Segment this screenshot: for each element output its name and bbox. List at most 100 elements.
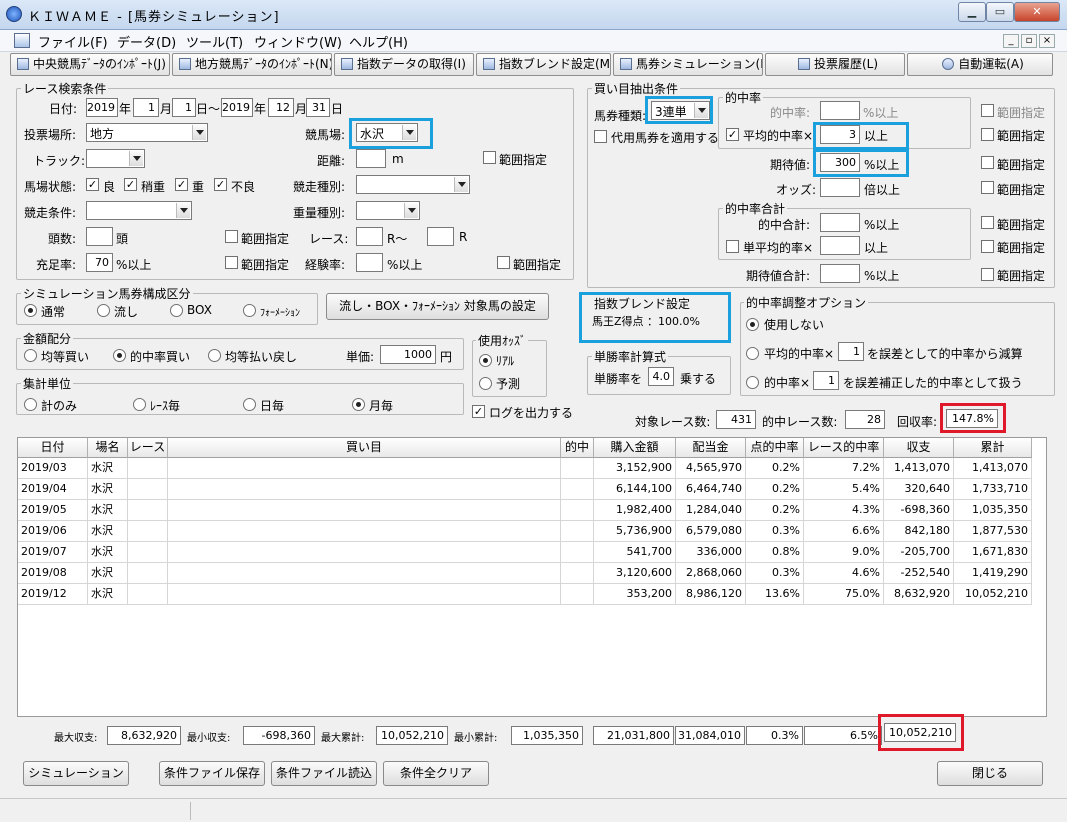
fill-range-checkbox[interactable] — [225, 256, 238, 269]
col-cumulative[interactable]: 累計 — [954, 438, 1032, 458]
agg-day-radio[interactable] — [243, 398, 256, 411]
sim-box-radio[interactable] — [170, 304, 183, 317]
single-avg-range-checkbox[interactable] — [981, 240, 994, 253]
avg-range-checkbox[interactable] — [981, 128, 994, 141]
auto-run-button[interactable]: 自動運転(A) — [907, 53, 1053, 76]
col-balance[interactable]: 収支 — [884, 438, 954, 458]
heads-range-checkbox[interactable] — [225, 230, 238, 243]
col-purchase[interactable]: 購入金額 — [594, 438, 676, 458]
cond-slightly-heavy-checkbox[interactable]: ✓ — [124, 178, 137, 191]
fetch-index-button[interactable]: 指数データの取得(I) — [334, 53, 474, 76]
track-select[interactable] — [86, 149, 145, 168]
money-payout-radio[interactable] — [208, 349, 221, 362]
odds-range-checkbox[interactable] — [981, 181, 994, 194]
target-horse-settings-button[interactable]: 流し・BOX・ﾌｫｰﾒｰｼｮﾝ 対象馬の設定 — [326, 293, 549, 320]
expected-value-field[interactable]: 300 — [820, 153, 860, 172]
menu-help[interactable]: ヘルプ(H) — [349, 32, 408, 51]
col-place[interactable]: 場名 — [88, 438, 128, 458]
adjust-correct-radio[interactable] — [746, 376, 759, 389]
col-date[interactable]: 日付 — [18, 438, 88, 458]
table-row[interactable]: 2019/08 水沢 3,120,600 2,868,060 0.3% 4.6% -252,… — [18, 563, 1032, 584]
experience-range-checkbox[interactable] — [497, 256, 510, 269]
col-point-hit-rate[interactable]: 点的中率 — [746, 438, 804, 458]
col-race[interactable]: レース — [128, 438, 168, 458]
col-payout[interactable]: 配当金 — [676, 438, 746, 458]
minimize-button[interactable]: ▁ — [958, 2, 986, 22]
race-type-select[interactable] — [356, 175, 470, 194]
sim-formation-radio[interactable] — [243, 304, 256, 317]
vote-history-button[interactable]: 投票履歴(L) — [765, 53, 905, 76]
track-name-select[interactable]: 水沢 — [356, 123, 418, 142]
end-day-field[interactable]: 31 — [306, 98, 330, 117]
adjust-subtract-radio[interactable] — [746, 347, 759, 360]
start-month-field[interactable]: 1 — [133, 98, 159, 117]
sim-normal-radio[interactable] — [24, 304, 37, 317]
race-to-field[interactable] — [427, 227, 454, 246]
money-equal-radio[interactable] — [24, 349, 37, 362]
exp-sum-field[interactable] — [820, 264, 860, 283]
odds-forecast-radio[interactable] — [479, 377, 492, 390]
hit-sum-range-checkbox[interactable] — [981, 216, 994, 229]
load-conditions-button[interactable]: 条件ファイル読込 — [271, 761, 377, 786]
col-hit[interactable]: 的中 — [561, 438, 594, 458]
odds-real-radio[interactable] — [479, 354, 492, 367]
menu-file[interactable]: ファイル(F) — [38, 32, 108, 51]
menu-window[interactable]: ウィンドウ(W) — [254, 32, 342, 51]
results-table[interactable]: 日付 場名 レース 買い目 的中 購入金額 配当金 点的中率 レース的中率 収支… — [17, 437, 1047, 717]
avg-hit-field[interactable]: 3 — [820, 125, 860, 144]
cond-heavy-checkbox[interactable]: ✓ — [175, 178, 188, 191]
hit-rate-field[interactable] — [820, 101, 860, 120]
table-row[interactable]: 2019/06 水沢 5,736,900 6,579,080 0.3% 6.6% 842,1… — [18, 521, 1032, 542]
distance-field[interactable] — [356, 149, 386, 168]
adjust-none-radio[interactable] — [746, 318, 759, 331]
money-hitrate-radio[interactable] — [113, 349, 126, 362]
import-local-button[interactable]: 地方競馬ﾃﾞｰﾀのｲﾝﾎﾟｰﾄ(N) — [172, 53, 332, 76]
hit-range-checkbox[interactable] — [981, 104, 994, 117]
end-month-field[interactable]: 12 — [268, 98, 294, 117]
table-row[interactable]: 2019/03 水沢 3,152,900 4,565,970 0.2% 7.2% 1,413… — [18, 458, 1032, 479]
mdi-restore-button[interactable]: ▫ — [1021, 34, 1037, 48]
table-row[interactable]: 2019/12 水沢 353,200 8,986,120 13.6% 75.0% 8,632… — [18, 584, 1032, 605]
ticket-kind-select[interactable]: 3連単 — [651, 101, 710, 120]
heads-field[interactable] — [86, 227, 113, 246]
agg-month-radio[interactable] — [352, 398, 365, 411]
mdi-minimize-button[interactable]: _ — [1003, 34, 1019, 48]
table-row[interactable]: 2019/04 水沢 6,144,100 6,464,740 0.2% 5.4% 320,6… — [18, 479, 1032, 500]
agg-race-radio[interactable] — [133, 398, 146, 411]
save-conditions-button[interactable]: 条件ファイル保存 — [159, 761, 265, 786]
table-row[interactable]: 2019/07 水沢 541,700 336,000 0.8% 9.0% -205,700 1… — [18, 542, 1032, 563]
maximize-button[interactable]: ▭ — [986, 2, 1014, 22]
substitute-ticket-checkbox[interactable] — [594, 130, 607, 143]
close-window-button[interactable]: ✕ — [1014, 2, 1060, 22]
single-avg-checkbox[interactable] — [726, 240, 739, 253]
sim-nagashi-radio[interactable] — [97, 304, 110, 317]
end-year-field[interactable]: 2019 — [221, 98, 253, 117]
output-log-checkbox[interactable]: ✓ — [472, 405, 485, 418]
index-blend-button[interactable]: 指数ブレンド設定(M) — [476, 53, 611, 76]
unit-price-field[interactable]: 1000 — [380, 345, 436, 364]
table-row[interactable]: 2019/05 水沢 1,982,400 1,284,040 0.2% 4.3% -698,… — [18, 500, 1032, 521]
col-race-hit-rate[interactable]: レース的中率 — [804, 438, 884, 458]
import-central-button[interactable]: 中央競馬ﾃﾞｰﾀのｲﾝﾎﾟｰﾄ(J) — [10, 53, 170, 76]
race-condition-select[interactable] — [86, 201, 192, 220]
hit-sum-field[interactable] — [820, 213, 860, 232]
close-button[interactable]: 閉じる — [937, 761, 1043, 786]
cond-bad-checkbox[interactable]: ✓ — [214, 178, 227, 191]
agg-total-radio[interactable] — [24, 398, 37, 411]
fill-rate-field[interactable]: 70 — [86, 253, 113, 272]
exp-sum-range-checkbox[interactable] — [981, 268, 994, 281]
win-rate-power-field[interactable]: 4.0 — [648, 367, 674, 386]
col-bets[interactable]: 買い目 — [168, 438, 561, 458]
exp-range-checkbox[interactable] — [981, 156, 994, 169]
adjust-subtract-field[interactable]: 1 — [838, 342, 864, 361]
place-select[interactable]: 地方 — [86, 123, 208, 142]
menu-tools[interactable]: ツール(T) — [186, 32, 243, 51]
start-day-field[interactable]: 1 — [172, 98, 196, 117]
avg-hit-checkbox[interactable]: ✓ — [726, 128, 739, 141]
experience-rate-field[interactable] — [356, 253, 383, 272]
cond-good-checkbox[interactable]: ✓ — [86, 178, 99, 191]
odds-field[interactable] — [820, 178, 860, 197]
race-from-field[interactable] — [356, 227, 383, 246]
single-avg-field[interactable] — [820, 236, 860, 255]
weight-type-select[interactable] — [356, 201, 420, 220]
